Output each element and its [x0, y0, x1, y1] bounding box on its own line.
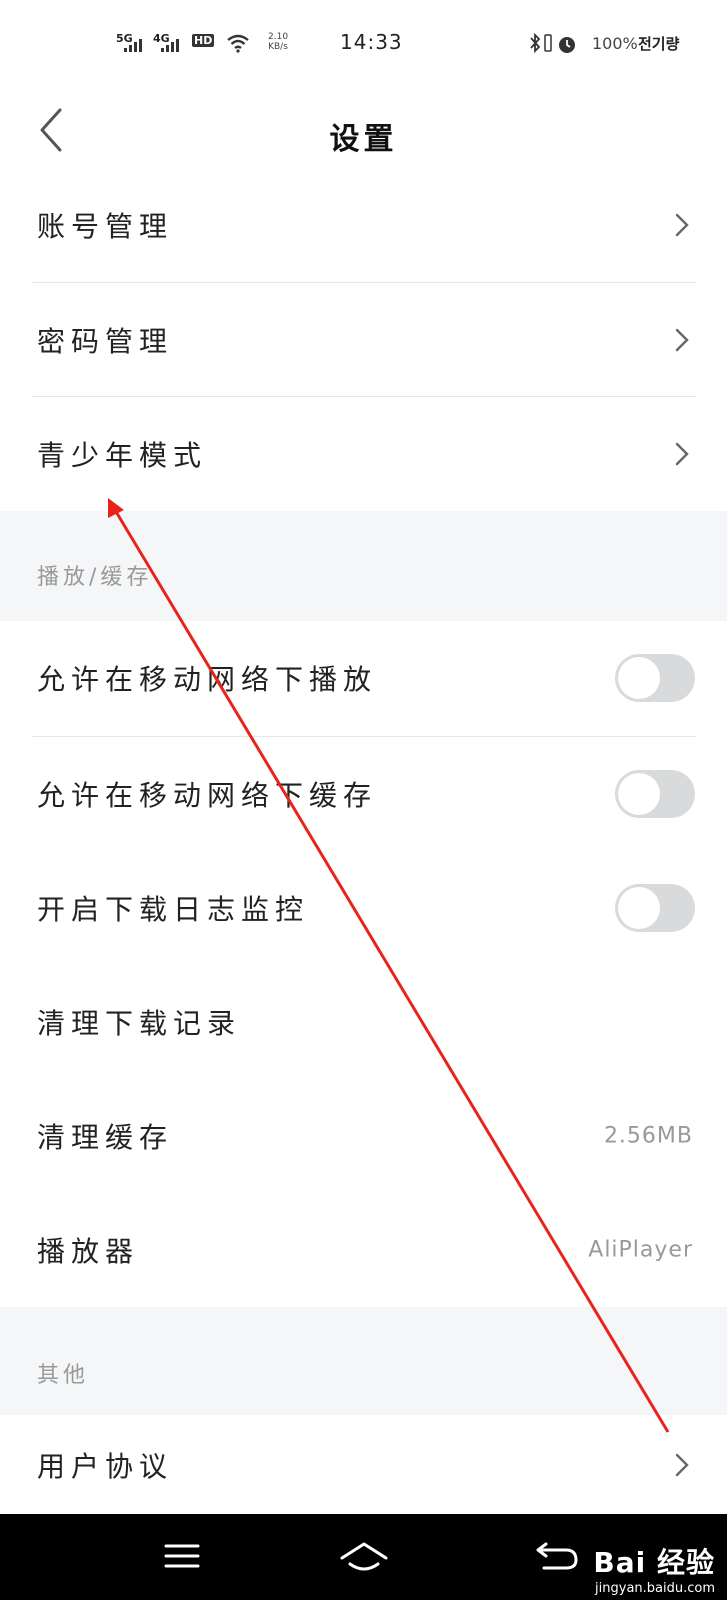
clock: 14:33 [340, 30, 403, 54]
status-bar: 5G 4G HD 2.10 KB/s 14:33 100% 전기량 [0, 0, 727, 84]
watermark-brand: Bai 经验 [593, 1546, 715, 1579]
carrier-label: 전기량 [638, 35, 680, 53]
net-speed-value: 2.10 [268, 32, 289, 42]
download-log-row: 开启下载日志监控 [0, 851, 727, 965]
player-row[interactable]: 播放器 AliPlayer [0, 1193, 727, 1307]
net-speed-unit: KB/s [268, 42, 288, 52]
row-label: 清理下载记录 [37, 1007, 242, 1040]
password-management-row[interactable]: 密码管理 [0, 283, 727, 397]
back-icon [536, 1542, 578, 1570]
row-label: 密码管理 [37, 325, 174, 358]
user-agreement-row[interactable]: 用户协议 [0, 1415, 727, 1514]
row-label: 用户协议 [37, 1449, 174, 1483]
home-icon [340, 1542, 388, 1571]
row-label: 开启下载日志监控 [37, 893, 310, 926]
player-value: AliPlayer [588, 1237, 693, 1263]
battery-percent: 100% [592, 34, 638, 53]
row-label: 允许在移动网络下播放 [37, 663, 378, 696]
row-label: 播放器 [37, 1235, 140, 1268]
row-label: 清理缓存 [37, 1121, 174, 1154]
system-nav-bar: Bai 经验 jingyan.baidu.com [0, 1514, 727, 1600]
home-button[interactable] [334, 1534, 394, 1578]
mobile-play-row: 允许在移动网络下播放 [0, 621, 727, 735]
alarm-icon [559, 37, 575, 53]
signal-bars-icon [161, 38, 179, 52]
download-log-toggle[interactable] [615, 884, 695, 932]
mobile-cache-toggle[interactable] [615, 770, 695, 818]
back-nav-button[interactable] [526, 1534, 586, 1578]
toggle-knob [618, 887, 660, 929]
section-header-playback: 播放/缓存 [0, 511, 727, 621]
menu-icon [164, 1544, 200, 1568]
menu-button[interactable] [152, 1534, 212, 1578]
toggle-knob [618, 773, 660, 815]
chevron-right-icon [675, 213, 689, 237]
chevron-right-icon [675, 328, 689, 352]
row-label: 账号管理 [37, 210, 174, 243]
cache-size: 2.56MB [603, 1123, 693, 1149]
watermark: Bai 经验 jingyan.baidu.com [593, 1541, 715, 1596]
section-title: 播放/缓存 [37, 565, 153, 590]
vibrate-icon [544, 34, 552, 52]
chevron-right-icon [675, 1453, 689, 1476]
account-management-row[interactable]: 账号管理 [0, 168, 727, 282]
signal-bars-icon [124, 38, 142, 52]
mobile-play-toggle[interactable] [615, 654, 695, 702]
clear-cache-row[interactable]: 清理缓存 2.56MB [0, 1079, 727, 1193]
page-title: 设置 [329, 122, 398, 157]
net-speed: 2.10 KB/s [268, 32, 288, 52]
bluetooth-icon [530, 33, 541, 53]
watermark-url: jingyan.baidu.com [595, 1581, 715, 1596]
section-title: 其他 [37, 1363, 90, 1388]
toggle-knob [618, 657, 660, 699]
youth-mode-row[interactable]: 青少年模式 [0, 397, 727, 511]
row-label: 允许在移动网络下缓存 [37, 779, 378, 812]
clear-download-row[interactable]: 清理下载记录 [0, 965, 727, 1079]
row-label: 青少年模式 [37, 439, 208, 472]
mobile-cache-row: 允许在移动网络下缓存 [0, 737, 727, 851]
wifi-icon [227, 34, 249, 53]
hd-badge: HD [192, 34, 215, 47]
section-header-other: 其他 [0, 1307, 727, 1415]
chevron-right-icon [675, 442, 689, 466]
